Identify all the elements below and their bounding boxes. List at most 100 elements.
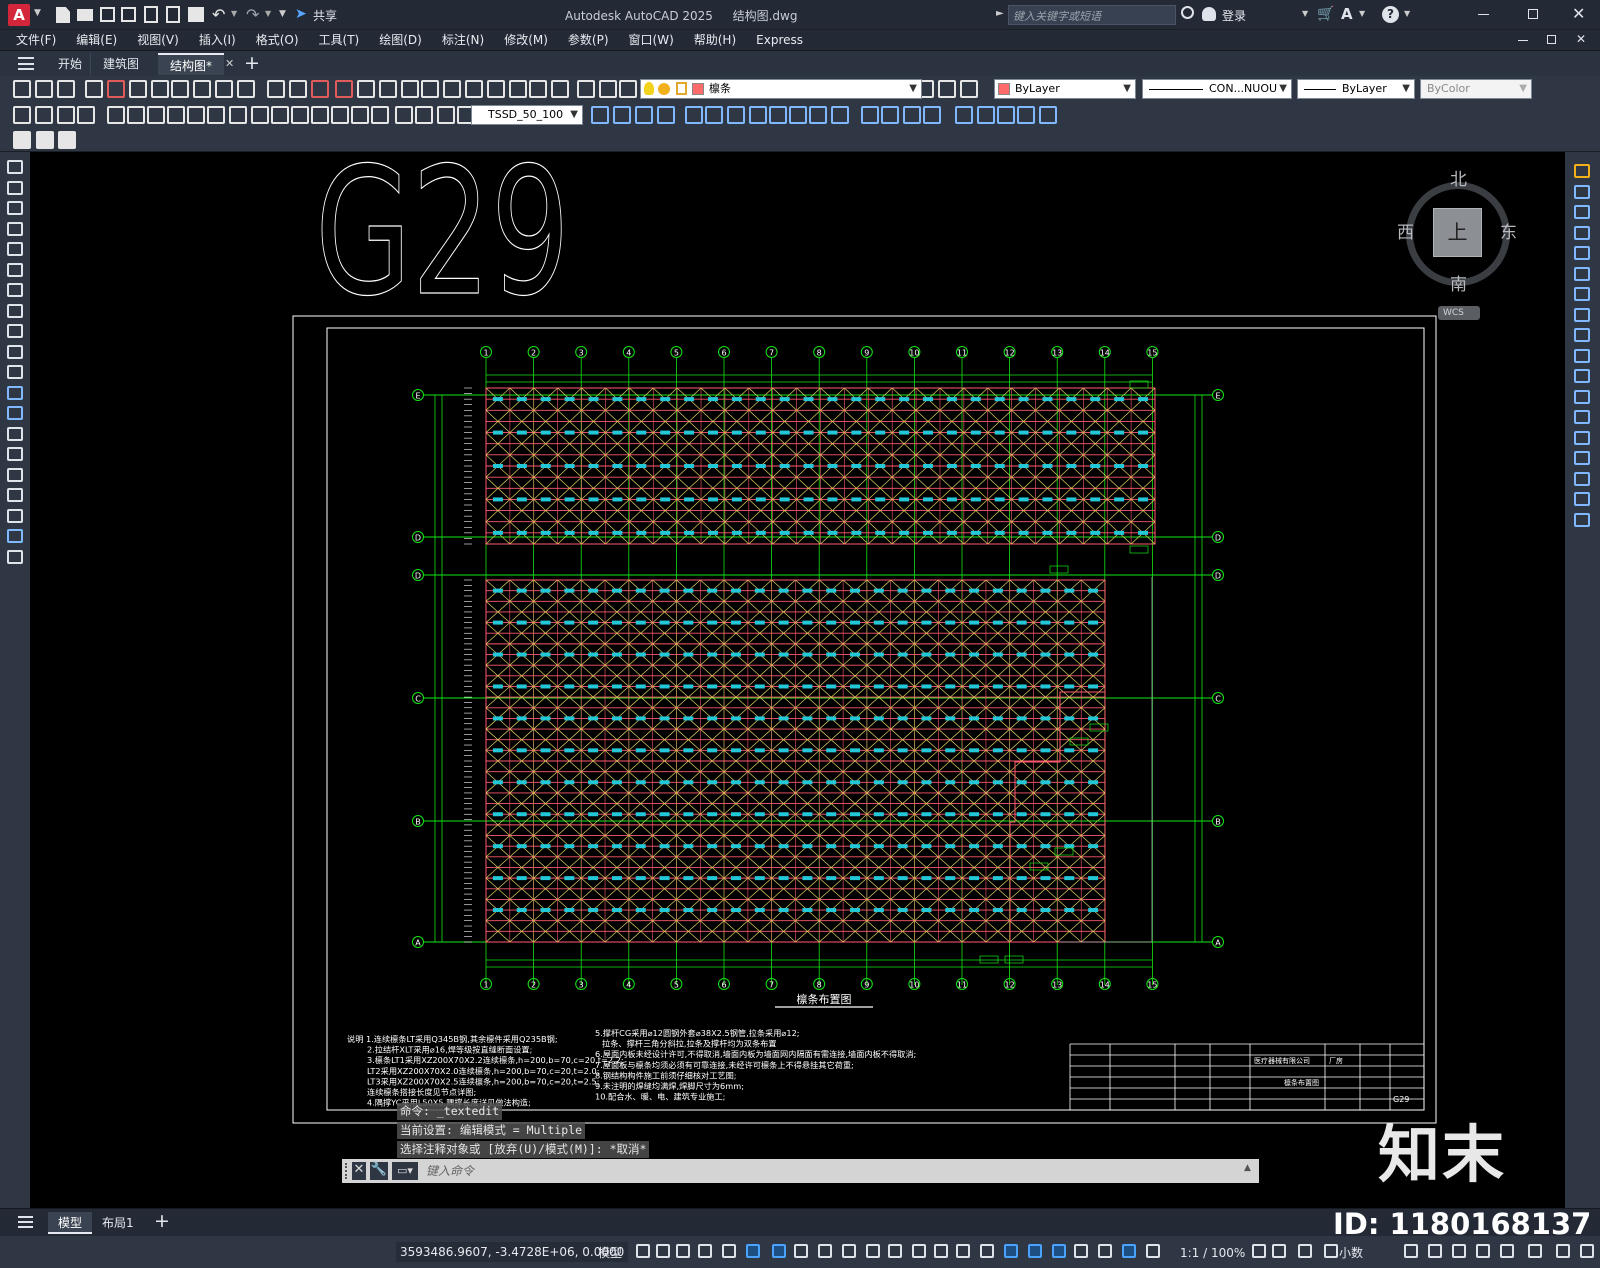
- status-toggle-34-icon[interactable]: [1580, 1244, 1594, 1258]
- search-arrow-icon[interactable]: ►: [996, 8, 1004, 19]
- std-tool-14-icon[interactable]: [335, 80, 353, 98]
- std-tool-17-icon[interactable]: [401, 80, 419, 98]
- dim-tool-13-icon[interactable]: [291, 106, 309, 124]
- maximize-icon[interactable]: [1528, 9, 1538, 19]
- dim-tool-31-icon[interactable]: [789, 106, 807, 124]
- menu-item-7[interactable]: 标注(N): [432, 30, 494, 50]
- dim-tool-35-icon[interactable]: [881, 106, 899, 124]
- help-dropdown-icon[interactable]: ▼: [1404, 9, 1410, 18]
- command-history-arrow-icon[interactable]: ▲: [1244, 1163, 1251, 1173]
- menu-item-10[interactable]: 窗口(W): [619, 30, 684, 50]
- std-tool-12-icon[interactable]: [289, 80, 307, 98]
- menu-item-12[interactable]: Express: [746, 30, 813, 50]
- linetype-dropdown[interactable]: CON...NUOU ▼: [1142, 79, 1292, 99]
- app-menu-chevron-icon[interactable]: ▼: [34, 8, 41, 18]
- modify-tool-3-icon[interactable]: [1574, 225, 1590, 240]
- customize-qat-icon[interactable]: ▼: [279, 9, 286, 19]
- draw-tool-10-icon[interactable]: [7, 365, 23, 379]
- dim-tool-30-icon[interactable]: [769, 106, 787, 124]
- dim-tool-5-icon[interactable]: [127, 106, 145, 124]
- modify-tool-7-icon[interactable]: [1574, 307, 1590, 322]
- layout-menu-icon[interactable]: [18, 1216, 33, 1228]
- drawing-canvas[interactable]: G29 1 1 2 2 3 3 4 4 5 5 6 6 7 7 8 8 9 9 10 10 11 11 12 12 13 13 14…: [30, 152, 1565, 1208]
- status-toggle-31-icon[interactable]: [1500, 1244, 1514, 1258]
- dim-tool-28-icon[interactable]: [727, 106, 745, 124]
- std-tool-16-icon[interactable]: [379, 80, 397, 98]
- status-toggle-3-icon[interactable]: [698, 1244, 712, 1258]
- modify-tool-0-icon[interactable]: [1574, 164, 1590, 178]
- draw-tool-16-icon[interactable]: [7, 488, 23, 502]
- dim-tool-7-icon[interactable]: [167, 106, 185, 124]
- dim-tool-40-icon[interactable]: [997, 106, 1015, 124]
- share-button[interactable]: 共享: [313, 7, 337, 24]
- command-close-icon[interactable]: ✕: [352, 1162, 366, 1180]
- status-toggle-4-icon[interactable]: [722, 1244, 736, 1258]
- status-toggle-23-icon[interactable]: [1252, 1244, 1266, 1258]
- dim-tool-14-icon[interactable]: [311, 106, 329, 124]
- command-prompt-icon[interactable]: ▭▾: [392, 1162, 418, 1180]
- status-toggle-19-icon[interactable]: [1074, 1244, 1088, 1258]
- menu-item-9[interactable]: 参数(P): [558, 30, 619, 50]
- status-toggle-0-icon[interactable]: [636, 1244, 650, 1258]
- menu-item-0[interactable]: 文件(F): [6, 30, 66, 50]
- dim-tool-3-icon[interactable]: [77, 106, 95, 124]
- new-tab-icon[interactable]: +: [244, 52, 260, 74]
- modify-tool-10-icon[interactable]: [1574, 369, 1590, 383]
- redo-icon[interactable]: ↷: [246, 5, 259, 24]
- modify-tool-9-icon[interactable]: [1574, 348, 1590, 363]
- dim-tool-39-icon[interactable]: [977, 106, 995, 124]
- viewcube-south[interactable]: 南: [1450, 270, 1467, 295]
- std-tool-11-icon[interactable]: [267, 80, 285, 98]
- minimize-icon[interactable]: [1478, 14, 1489, 15]
- dim-tool-38-icon[interactable]: [955, 106, 973, 124]
- layer-dropdown[interactable]: 檩条 ▼: [640, 79, 922, 99]
- std-tool-22-icon[interactable]: [509, 80, 527, 98]
- std-tool-7-icon[interactable]: [171, 80, 189, 98]
- dim-tool-10-icon[interactable]: [229, 106, 247, 124]
- std-tool-2-icon[interactable]: [57, 80, 75, 98]
- dim-tool-16-icon[interactable]: [351, 106, 369, 124]
- std-tool-0-icon[interactable]: [13, 80, 31, 98]
- draw-tool-4-icon[interactable]: [7, 242, 23, 256]
- open-folder-icon[interactable]: [77, 9, 93, 21]
- std-tool-18-icon[interactable]: [421, 80, 439, 98]
- std-tool-29-icon[interactable]: [938, 80, 956, 98]
- search-icon[interactable]: [1181, 6, 1194, 19]
- autodesk-a360-icon[interactable]: A: [1341, 5, 1353, 23]
- std-tool-15-icon[interactable]: [357, 80, 375, 98]
- menu-item-1[interactable]: 编辑(E): [66, 30, 127, 50]
- status-toggle-33-icon[interactable]: [1556, 1244, 1570, 1258]
- dim-tool-19-icon[interactable]: [415, 106, 433, 124]
- dim-tool-18-icon[interactable]: [395, 106, 413, 124]
- tab-structure[interactable]: 结构图*: [158, 53, 225, 75]
- modify-tool-8-icon[interactable]: [1574, 328, 1590, 342]
- std-tool-27-icon[interactable]: [619, 80, 637, 98]
- status-toggle-26-icon[interactable]: [1324, 1244, 1338, 1258]
- status-toggle-21-icon[interactable]: [1122, 1244, 1136, 1258]
- modify-tool-2-icon[interactable]: [1574, 205, 1590, 219]
- modify-tool-15-icon[interactable]: [1574, 471, 1590, 486]
- draw-tool-3-icon[interactable]: [7, 221, 23, 236]
- search-input[interactable]: 键入关键字或短语: [1008, 5, 1176, 25]
- user-icon[interactable]: [1202, 7, 1216, 21]
- std-tool-13-icon[interactable]: [311, 80, 329, 98]
- layout-tab-layout1[interactable]: 布局1: [94, 1212, 142, 1234]
- status-toggle-32-icon[interactable]: [1528, 1244, 1542, 1258]
- command-line[interactable]: ✕ 🔧 ▭▾ 键入命令 ▲: [342, 1159, 1259, 1183]
- dim-tool-11-icon[interactable]: [251, 106, 269, 124]
- draw-tool-19-icon[interactable]: [7, 549, 23, 564]
- undo-icon[interactable]: ↶: [212, 5, 225, 24]
- dim-tool-4-icon[interactable]: [107, 106, 125, 124]
- std-tool-21-icon[interactable]: [487, 80, 505, 98]
- dim-tool-26-icon[interactable]: [685, 106, 703, 124]
- close-icon[interactable]: ✕: [1572, 4, 1585, 23]
- plotstyle-dropdown[interactable]: ByColor ▼: [1420, 79, 1532, 99]
- dim-tool-15-icon[interactable]: [331, 106, 349, 124]
- std-tool-25-icon[interactable]: [577, 80, 595, 98]
- std-tool-9-icon[interactable]: [215, 80, 233, 98]
- command-grip-icon[interactable]: [345, 1163, 349, 1179]
- redo-dropdown-icon[interactable]: ▼: [265, 9, 271, 18]
- dim-tool-34-icon[interactable]: [861, 106, 879, 124]
- status-toggle-7-icon[interactable]: [794, 1244, 808, 1258]
- status-toggle-10-icon[interactable]: [866, 1244, 880, 1258]
